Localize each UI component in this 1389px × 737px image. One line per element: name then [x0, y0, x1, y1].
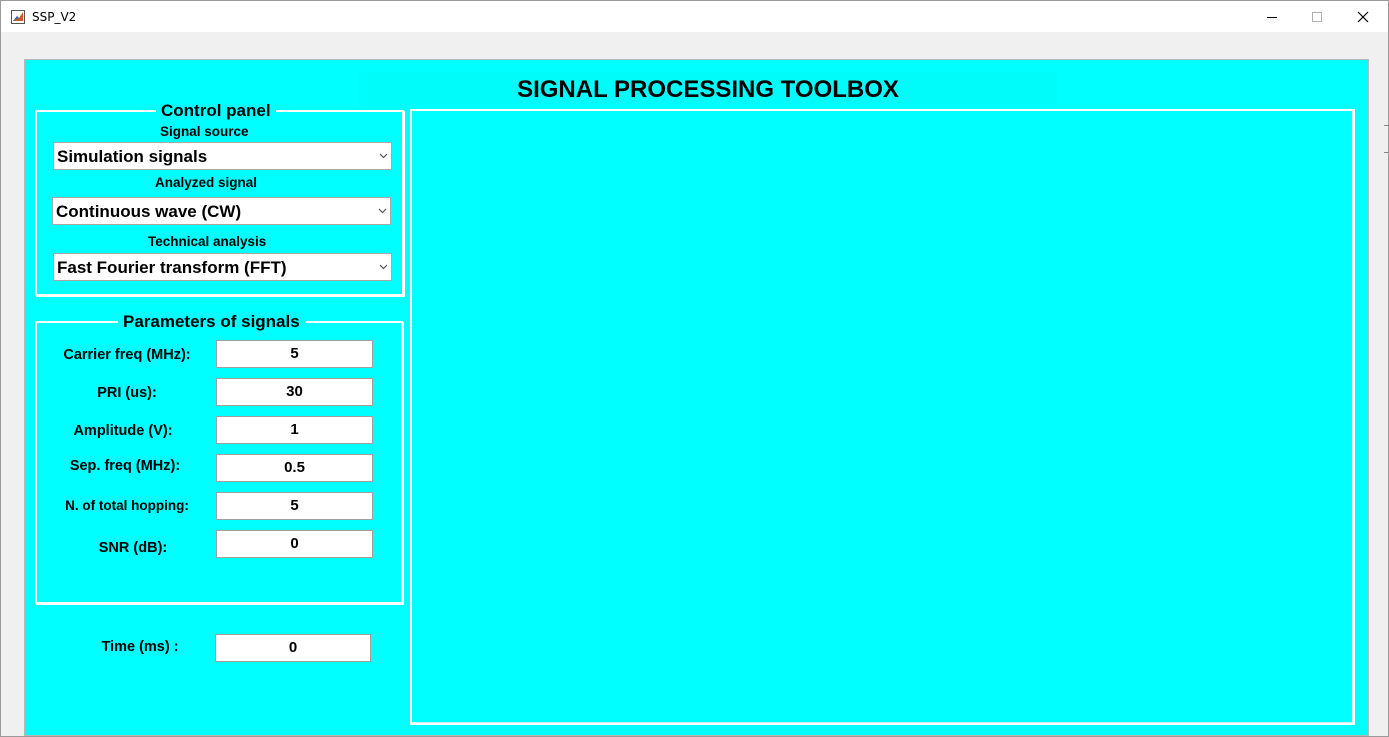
carrier-freq-label: Carrier freq (MHz):	[63, 347, 191, 363]
hopping-label: N. of total hopping:	[65, 498, 189, 513]
pri-input[interactable]: 30	[216, 378, 373, 406]
analyzed-signal-label: Analyzed signal	[155, 175, 258, 190]
app-window: SSP_V2 SIGNAL PROCESSING TOOLBOX Control…	[0, 0, 1389, 737]
amplitude-input[interactable]: 1	[216, 416, 373, 444]
snr-input[interactable]: 0	[216, 530, 373, 558]
amplitude-label: Amplitude (V):	[73, 423, 173, 439]
pri-label: PRI (us):	[97, 385, 157, 401]
signal-source-label: Signal source	[160, 124, 249, 139]
hopping-input[interactable]: 5	[216, 492, 373, 520]
window-title: SSP_V2	[32, 10, 77, 24]
time-input[interactable]: 0	[215, 634, 371, 662]
minimize-button[interactable]	[1249, 1, 1295, 32]
snr-label: SNR (dB):	[98, 540, 168, 556]
technical-analysis-dropdown[interactable]: Fast Fourier transform (FFT)	[53, 253, 392, 281]
chevron-down-icon	[375, 254, 391, 280]
sep-freq-label: Sep. freq (MHz):	[69, 458, 181, 474]
analyzed-signal-value: Continuous wave (CW)	[56, 202, 242, 221]
figure-area: SIGNAL PROCESSING TOOLBOX Control panel …	[24, 59, 1369, 736]
maximize-icon	[1312, 11, 1322, 22]
close-icon	[1357, 11, 1369, 22]
control-panel: Control panel Signal source Simulation s…	[35, 101, 404, 296]
chevron-down-icon	[375, 143, 391, 169]
signal-source-dropdown[interactable]: Simulation signals	[53, 142, 392, 170]
minimize-icon	[1267, 16, 1277, 18]
technical-analysis-value: Fast Fourier transform (FFT)	[57, 258, 287, 277]
time-label: Time (ms) :	[101, 639, 179, 655]
parameters-panel-title: Parameters of signals	[118, 312, 305, 332]
chevron-down-icon	[374, 198, 390, 224]
technical-analysis-label: Technical analysis	[148, 234, 267, 249]
analyzed-signal-dropdown[interactable]: Continuous wave (CW)	[52, 197, 391, 225]
edge-fragment	[1384, 125, 1389, 153]
maximize-button[interactable]	[1294, 1, 1340, 32]
page-title: SIGNAL PROCESSING TOOLBOX	[359, 72, 1057, 106]
parameters-panel: Parameters of signals Carrier freq (MHz)…	[35, 312, 403, 604]
control-panel-title: Control panel	[156, 101, 276, 121]
title-bar: SSP_V2	[1, 1, 1388, 32]
plot-area-panel	[410, 109, 1355, 725]
close-button[interactable]	[1340, 1, 1386, 32]
carrier-freq-input[interactable]: 5	[216, 340, 373, 368]
matlab-icon	[11, 10, 25, 24]
signal-source-value: Simulation signals	[57, 147, 208, 166]
sep-freq-input[interactable]: 0.5	[216, 454, 373, 482]
